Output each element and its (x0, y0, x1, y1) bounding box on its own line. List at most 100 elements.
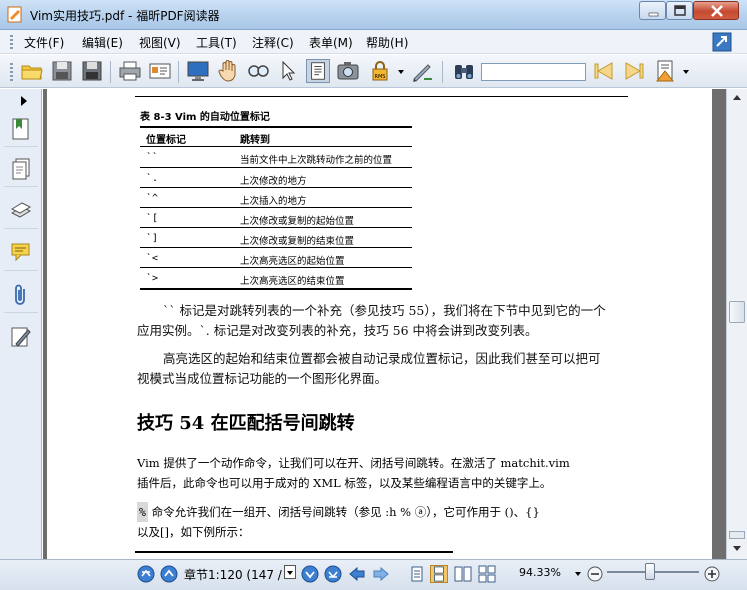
layers-icon (10, 202, 32, 218)
scroll-down-arrow-icon[interactable] (733, 546, 741, 551)
navigation-panel (0, 89, 42, 559)
select-arrow-icon[interactable] (276, 59, 300, 83)
find-options-dropdown-arrow-icon[interactable] (683, 70, 689, 74)
continuous-view-icon[interactable] (430, 565, 448, 583)
zoom-out-icon[interactable] (586, 565, 604, 583)
svg-text:RMS: RMS (375, 74, 386, 80)
maximize-button[interactable] (666, 1, 693, 20)
document-view[interactable]: 表 8-3 Vim 的自动位置标记 位置标记 跳转到 `` 当前文件中上次跳转动… (43, 89, 726, 559)
previous-page-icon[interactable] (160, 565, 178, 583)
scroll-up-arrow-icon[interactable] (733, 95, 741, 100)
open-folder-icon[interactable] (20, 59, 44, 83)
table-rule (140, 267, 412, 268)
collapse-panel-arrow-icon[interactable] (21, 96, 27, 106)
table-row-target: 上次高亮选区的结束位置 (240, 276, 345, 287)
status-bar: 章节1:120 (147 / 94.33% (0, 559, 747, 590)
table-rule (140, 146, 412, 147)
page-top-rule (135, 96, 628, 97)
window-title: Vim实用技巧.pdf - 福昕PDF阅读器 (30, 9, 220, 23)
find-options-icon[interactable] (653, 59, 677, 83)
comments-tab[interactable] (4, 235, 38, 271)
menu-form[interactable]: 表单(M) (309, 34, 353, 51)
zoom-in-icon[interactable] (703, 565, 721, 583)
toolbar-grip (10, 63, 13, 81)
close-button[interactable] (693, 1, 739, 20)
loupe-tool-icon[interactable] (246, 59, 270, 83)
last-page-icon[interactable] (324, 565, 342, 583)
zoom-dropdown-arrow-icon[interactable] (575, 572, 581, 576)
paragraph: % 命令允许我们在一组开、闭括号间跳转（参见 :h % ⓐ），它可作用于 ()、… (137, 502, 635, 542)
toolbar-separator (178, 61, 179, 83)
table-row-target: 当前文件中上次跳转动作之前的位置 (240, 155, 393, 166)
zoom-slider-thumb[interactable] (645, 563, 655, 580)
menu-help[interactable]: 帮助(H) (366, 34, 408, 51)
rms-lock-icon[interactable]: RMS (368, 59, 392, 83)
table-rule (140, 187, 412, 188)
signatures-tab[interactable] (4, 319, 38, 355)
percent-command: % (137, 502, 148, 522)
paragraph: Vim 提供了一个动作命令，让我们可以在开、闭括号间跳转。在激活了 matchi… (137, 453, 635, 493)
paragraph: `` 标记是对跳转列表的一个补充（参见技巧 55），我们将在下节中见到它的一个 … (137, 301, 637, 341)
single-page-view-icon[interactable] (408, 565, 426, 583)
rms-dropdown-arrow-icon[interactable] (398, 70, 404, 74)
menu-edit[interactable]: 编辑(E) (82, 34, 123, 51)
table-row-mark: `. (146, 173, 159, 184)
go-forward-arrow-icon[interactable] (372, 565, 390, 583)
find-previous-icon[interactable] (592, 59, 616, 83)
print-icon[interactable] (118, 59, 142, 83)
table-rule (140, 247, 412, 248)
table-row-target: 上次修改或复制的结束位置 (240, 236, 355, 247)
hand-tool-icon[interactable] (216, 59, 240, 83)
bookmarks-tab[interactable] (4, 111, 38, 147)
vertical-scrollbar[interactable] (726, 89, 747, 559)
toolbar: RMS (0, 55, 747, 88)
paragraph-line: 应用实例。`. 标记是对改变列表的补充，技巧 56 中将会讲到改变列表。 (137, 323, 538, 338)
menu-file[interactable]: 文件(F) (24, 34, 64, 51)
facing-view-icon[interactable] (454, 565, 472, 583)
minimize-icon (648, 12, 659, 17)
comment-icon (11, 243, 30, 262)
properties-card-icon[interactable] (148, 59, 172, 83)
find-next-icon[interactable] (622, 59, 646, 83)
full-screen-monitor-icon[interactable] (186, 59, 210, 83)
pages-tab[interactable] (4, 151, 38, 187)
code-block-top-rule (135, 551, 453, 553)
menu-comment[interactable]: 注释(C) (252, 34, 294, 51)
menu-tools[interactable]: 工具(T) (196, 34, 237, 51)
find-input[interactable] (481, 63, 586, 81)
go-back-arrow-icon[interactable] (348, 565, 366, 583)
section-heading: 技巧 54 在匹配括号间跳转 (137, 413, 355, 434)
paragraph-line: 视模式当成位置标记功能的一个图形化界面。 (137, 371, 388, 386)
menu-view[interactable]: 视图(V) (139, 34, 181, 51)
sign-pen-icon[interactable] (410, 59, 434, 83)
continuous-facing-view-icon[interactable] (478, 565, 496, 583)
layers-tab[interactable] (4, 193, 38, 229)
toolbar-separator (442, 61, 443, 83)
split-view-handle[interactable] (729, 531, 745, 539)
save-as-icon[interactable] (80, 59, 104, 83)
page-dropdown-icon[interactable] (284, 565, 296, 579)
zoom-level[interactable]: 94.33% (519, 566, 561, 579)
save-icon[interactable] (50, 59, 74, 83)
table-header-target: 跳转到 (240, 135, 270, 146)
menubar-grip (10, 35, 13, 49)
pdf-page: 表 8-3 Vim 的自动位置标记 位置标记 跳转到 `` 当前文件中上次跳转动… (47, 89, 712, 559)
find-binoculars-icon[interactable] (452, 59, 476, 83)
next-page-icon[interactable] (301, 565, 319, 583)
select-text-icon[interactable] (306, 59, 330, 83)
maximize-icon (674, 5, 686, 16)
scrollbar-thumb[interactable] (729, 301, 745, 323)
paragraph-line: 以及[]，如下例所示： (137, 525, 250, 539)
page-number-display[interactable]: 章节1:120 (147 / (184, 566, 282, 583)
first-page-icon[interactable] (137, 565, 155, 583)
menu-bar: 文件(F) 编辑(E) 视图(V) 工具(T) 注释(C) 表单(M) 帮助(H… (0, 30, 747, 54)
snapshot-camera-icon[interactable] (336, 59, 360, 83)
table-row-mark: `> (146, 273, 159, 284)
paragraph-line: Vim 提供了一个动作命令，让我们可以在开、闭括号间跳转。在激活了 matchi… (137, 456, 570, 470)
minimize-button[interactable] (639, 1, 666, 20)
restore-document-icon[interactable] (712, 32, 732, 52)
paragraph-line: `` 标记是对跳转列表的一个补充（参见技巧 55），我们将在下节中见到它的一个 (163, 303, 606, 318)
attachments-tab[interactable] (4, 277, 38, 313)
table-row-target: 上次修改的地方 (240, 176, 307, 187)
toolbar-separator (110, 61, 111, 83)
